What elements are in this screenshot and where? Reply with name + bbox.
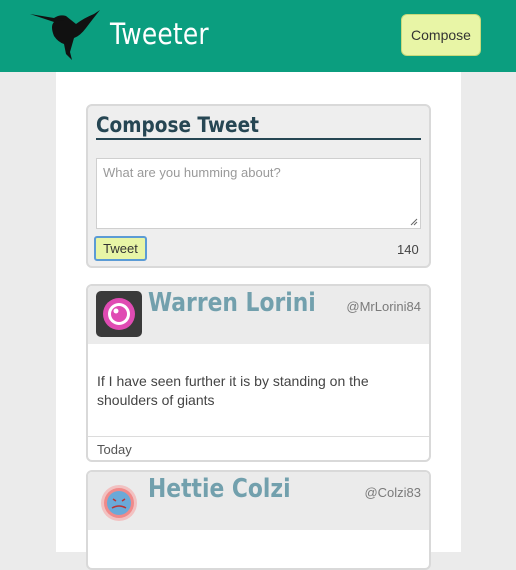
tweet-author-handle: @Colzi83 xyxy=(364,485,421,500)
compose-divider xyxy=(96,138,421,140)
tweet-textarea[interactable]: What are you humming about? xyxy=(96,158,421,229)
compose-title: Compose Tweet xyxy=(96,113,259,137)
compose-button[interactable]: Compose xyxy=(401,14,481,56)
tweet-submit-button[interactable]: Tweet xyxy=(94,236,147,261)
tweet-header: Warren Lorini @MrLorini84 xyxy=(88,286,429,344)
tweet-text: If I have seen further it is by standing… xyxy=(97,373,369,408)
tweet-card: Hettie Colzi @Colzi83 xyxy=(86,470,431,570)
pink-robot-eye-avatar xyxy=(96,291,142,337)
tweet-card: Warren Lorini @MrLorini84 If I have seen… xyxy=(86,284,431,462)
tweet-author-name: Hettie Colzi xyxy=(148,474,291,504)
tweet-date: Today xyxy=(97,442,132,457)
tweet-textarea-placeholder: What are you humming about? xyxy=(103,165,281,180)
top-navbar: Tweeter Compose xyxy=(0,0,516,72)
tweet-author-name: Warren Lorini xyxy=(148,288,316,318)
app-title: Tweeter xyxy=(110,17,209,51)
tweet-author-handle: @MrLorini84 xyxy=(346,299,421,314)
resize-grip-icon[interactable] xyxy=(410,218,418,226)
tweet-footer: Today xyxy=(88,436,429,460)
blue-face-avatar xyxy=(101,485,137,521)
tweet-header: Hettie Colzi @Colzi83 xyxy=(88,472,429,530)
char-counter: 140 xyxy=(397,242,419,257)
hummingbird-icon xyxy=(30,10,100,60)
